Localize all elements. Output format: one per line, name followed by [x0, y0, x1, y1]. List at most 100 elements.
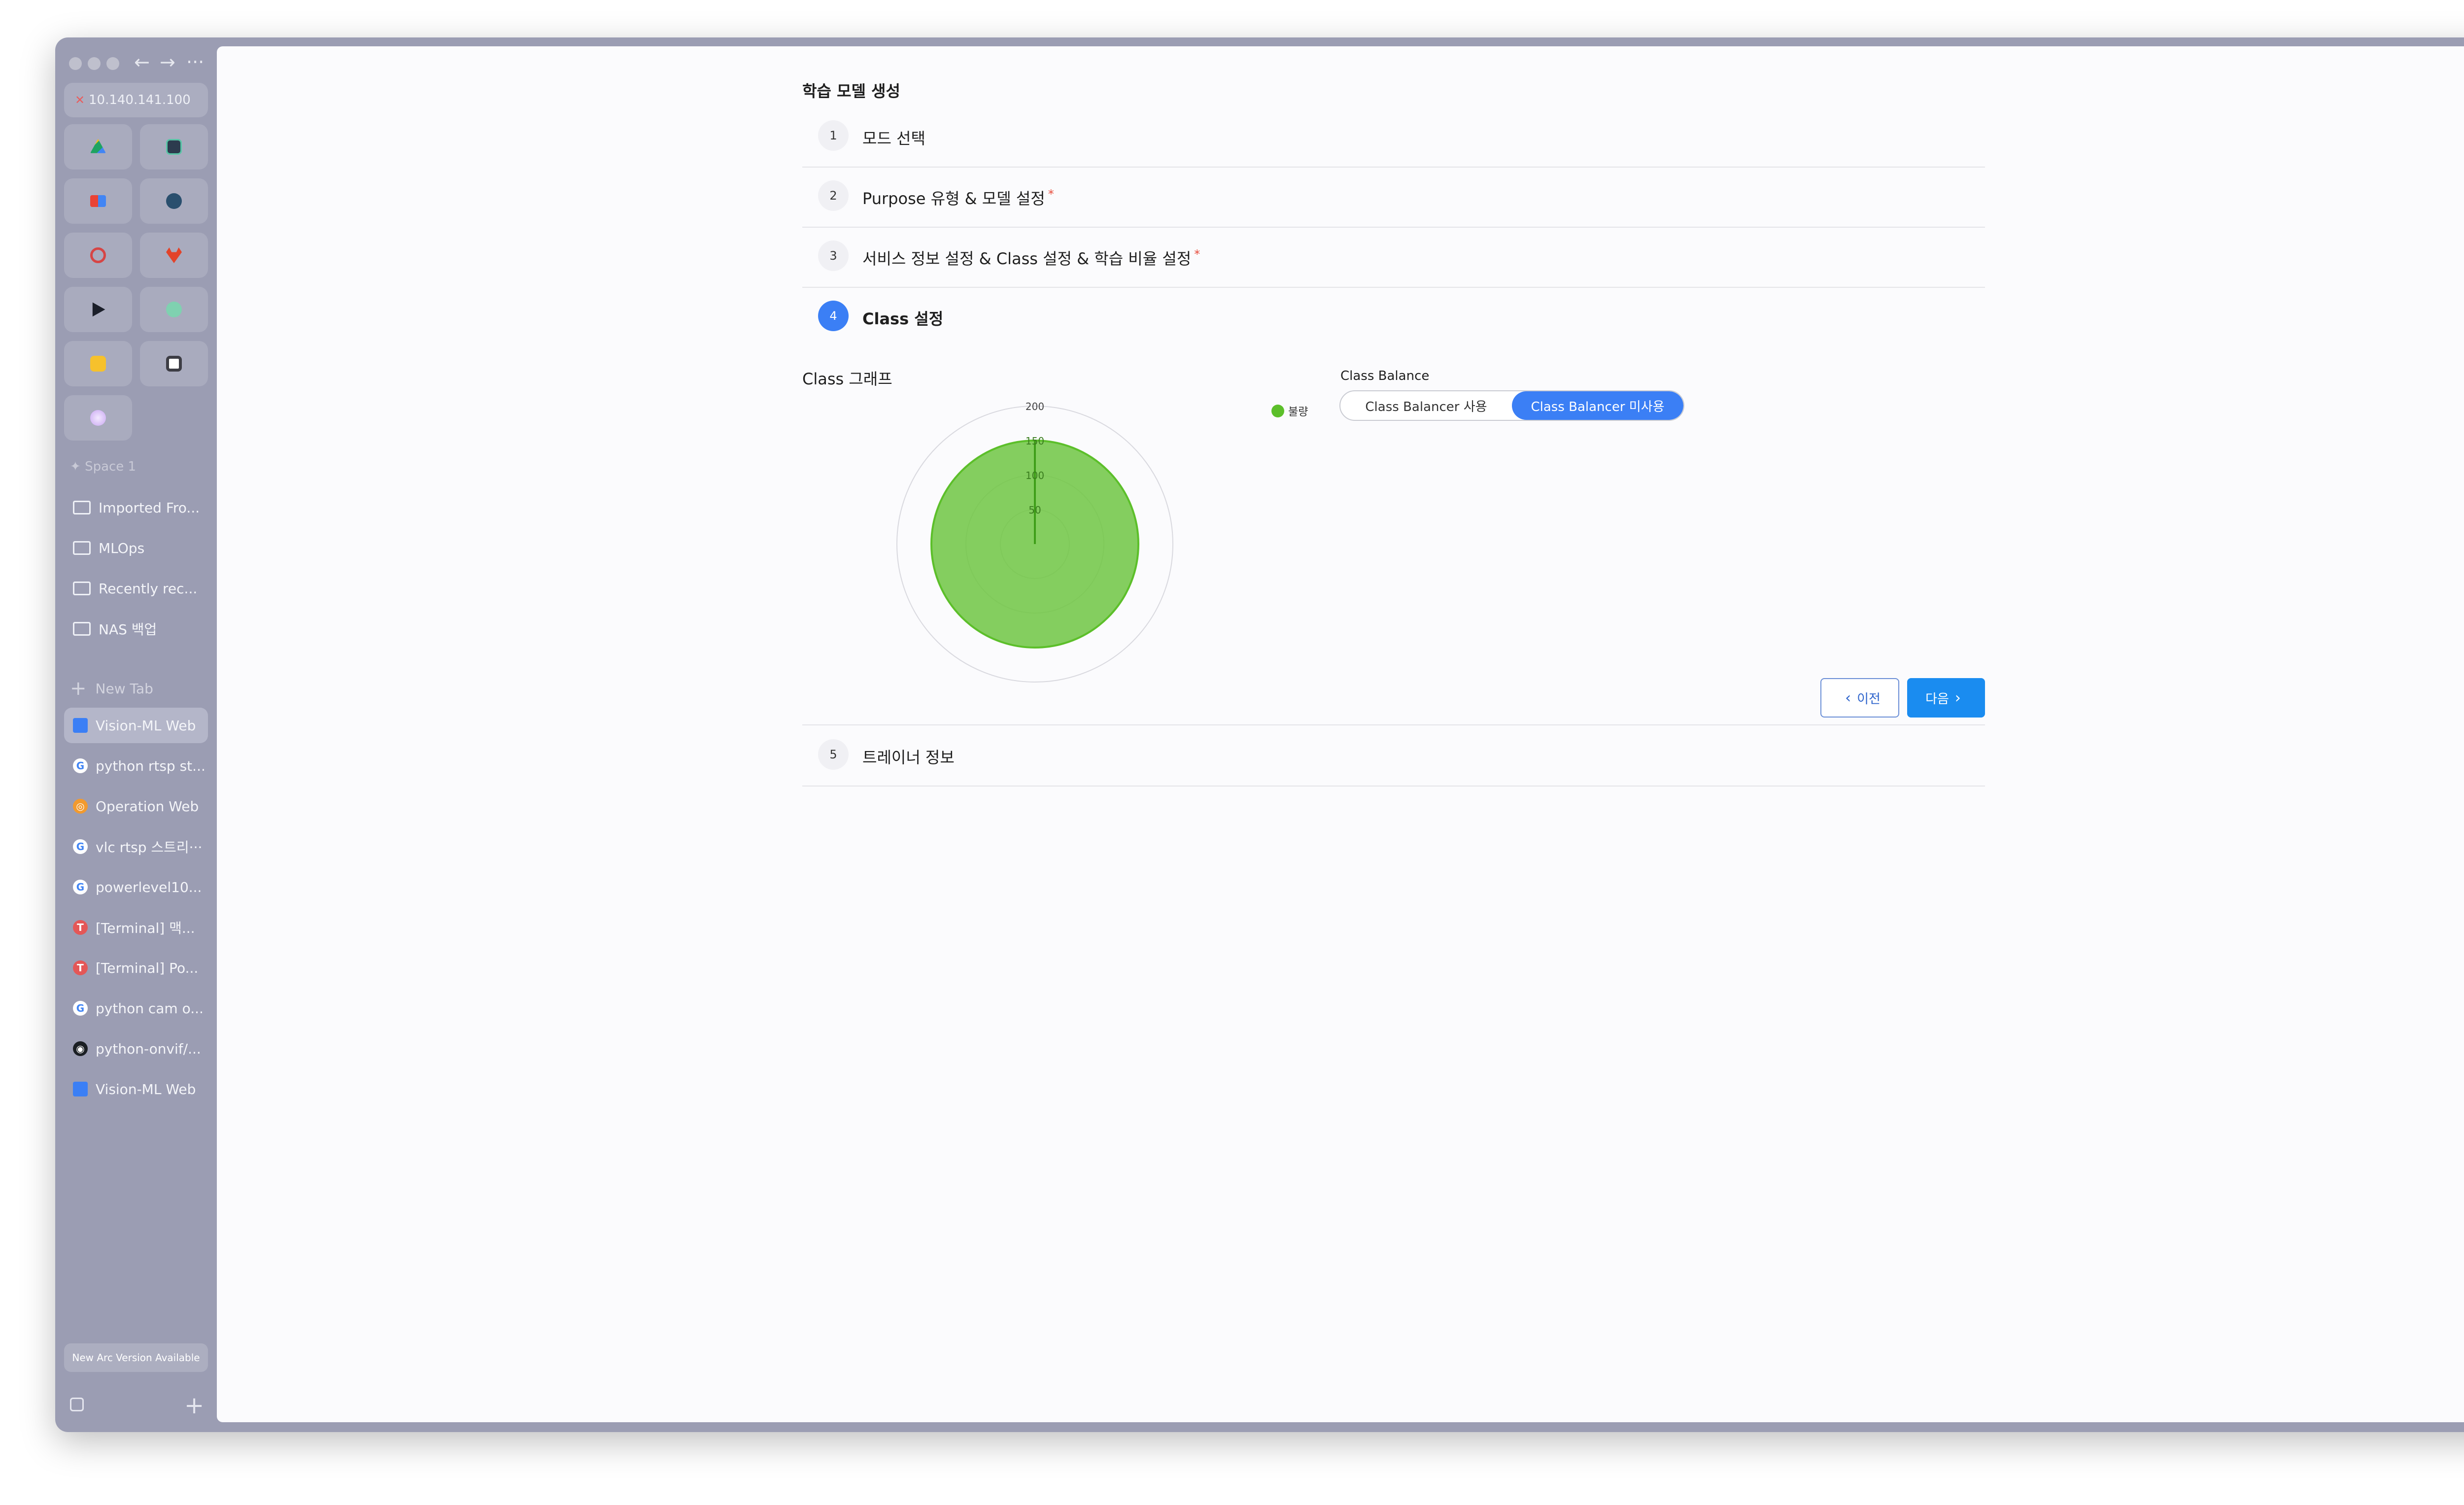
- tab-terminal-mac[interactable]: T [Terminal] 맥...: [64, 910, 208, 945]
- browser-window: ← → ··· ✕ 10.140.141.100 ✦ Space 1 Impor…: [55, 37, 2464, 1432]
- pinned-app-8[interactable]: [140, 287, 208, 332]
- play-icon: [92, 302, 105, 317]
- pinned-app-5[interactable]: [64, 233, 132, 278]
- gmail-icon: [90, 195, 106, 207]
- vision-ml-icon: [73, 718, 88, 733]
- new-tab-button[interactable]: + New Tab: [70, 677, 153, 700]
- tab-python-rtsp[interactable]: G python rtsp st...: [64, 748, 208, 784]
- folder-nas[interactable]: NAS 백업: [64, 611, 208, 647]
- update-notice-button[interactable]: New Arc Version Available: [64, 1343, 208, 1372]
- radar-tick-label: 50: [1028, 504, 1041, 516]
- pinned-gmail[interactable]: [64, 178, 132, 224]
- balancer-unused-option[interactable]: Class Balancer 미사용: [1512, 391, 1683, 420]
- space-label[interactable]: ✦ Space 1: [70, 459, 136, 474]
- add-icon[interactable]: +: [184, 1392, 204, 1419]
- pinned-google-drive[interactable]: [64, 124, 132, 170]
- folder-icon: [73, 581, 91, 595]
- radar-tick-label: 100: [1026, 470, 1044, 481]
- url-bar[interactable]: ✕ 10.140.141.100: [64, 83, 208, 117]
- zoom-window-dot[interactable]: [106, 57, 119, 70]
- tab-python-cam[interactable]: G python cam o...: [64, 991, 208, 1026]
- class-balancer-toggle: Class Balancer 사용 Class Balancer 미사용: [1339, 390, 1684, 421]
- forward-arrow-icon[interactable]: →: [160, 51, 175, 73]
- tab-python-onvif[interactable]: ◉ python-onvif/...: [64, 1031, 208, 1066]
- more-icon[interactable]: ···: [186, 51, 204, 73]
- main-content: ✕ 학습 모델 생성 1 모드 선택 2 Purpose 유형 & 모델 설정*…: [217, 46, 2464, 1422]
- step-number: 1: [818, 120, 849, 151]
- page-title: 학습 모델 생성: [802, 82, 900, 101]
- sidebar: ← → ··· ✕ 10.140.141.100 ✦ Space 1 Impor…: [55, 37, 217, 1432]
- tab-vision-ml-web[interactable]: Vision-ML Web: [64, 708, 208, 743]
- chevron-right-icon: ›: [1954, 689, 1961, 707]
- space-icon: ✦: [70, 459, 85, 474]
- pinned-app-11[interactable]: [64, 395, 132, 441]
- folder-mlops[interactable]: MLOps: [64, 530, 208, 566]
- folder-imported[interactable]: Imported Fro...: [64, 490, 208, 525]
- legend-dot: [1271, 405, 1284, 417]
- folder-icon: [73, 541, 91, 555]
- class-graph-title: Class 그래프: [802, 370, 892, 388]
- yellow-square-icon: [90, 356, 106, 372]
- vision-ml-icon: [73, 1082, 88, 1096]
- google-drive-icon: [90, 139, 106, 153]
- balancer-use-option[interactable]: Class Balancer 사용: [1340, 391, 1512, 420]
- pinned-app-2[interactable]: [140, 124, 208, 170]
- folder-icon: [73, 622, 91, 636]
- pinned-app-10[interactable]: [140, 341, 208, 386]
- record-icon: [166, 356, 182, 372]
- green-dot-icon: [166, 302, 182, 317]
- purple-orb-icon: [90, 410, 106, 426]
- pinned-gitlab[interactable]: [140, 233, 208, 278]
- tab-vision-ml-web-2[interactable]: Vision-ML Web: [64, 1071, 208, 1107]
- radar-tick-label: 150: [1026, 435, 1044, 447]
- step-5[interactable]: 5 트레이너 정보: [802, 724, 1985, 787]
- folder-icon: [73, 501, 91, 514]
- terminal-icon: T: [73, 920, 88, 935]
- step-number: 2: [818, 180, 849, 211]
- circle-app-icon: [166, 193, 182, 209]
- github-icon: ◉: [73, 1041, 88, 1056]
- step-label: 트레이너 정보: [862, 748, 955, 767]
- google-icon: G: [73, 1001, 88, 1016]
- ring-icon: [90, 247, 106, 263]
- url-text: 10.140.141.100: [89, 93, 191, 107]
- pinned-app-7[interactable]: [64, 287, 132, 332]
- radar-tick-label: 200: [1026, 401, 1044, 412]
- class-balance-title: Class Balance: [1340, 369, 1430, 383]
- prev-button[interactable]: ‹ 이전: [1820, 678, 1899, 718]
- tab-terminal-po[interactable]: T [Terminal] Po...: [64, 950, 208, 986]
- folder-recently[interactable]: Recently rec...: [64, 571, 208, 606]
- chevron-left-icon: ‹: [1845, 689, 1851, 707]
- radar-chart: 50 100 150 200: [896, 401, 1173, 683]
- app-square-icon: [166, 139, 182, 155]
- step-label: 모드 선택: [862, 129, 925, 148]
- terminal-icon: T: [73, 960, 88, 975]
- pinned-app-4[interactable]: [140, 178, 208, 224]
- close-window-dot[interactable]: [69, 57, 82, 70]
- back-arrow-icon[interactable]: ←: [134, 51, 150, 73]
- tab-powerlevel[interactable]: G powerlevel10...: [64, 869, 208, 905]
- pinned-app-9[interactable]: [64, 341, 132, 386]
- tab-operation-web[interactable]: ◎ Operation Web: [64, 788, 208, 824]
- step-number: 3: [818, 240, 849, 271]
- legend-label: 불량: [1288, 406, 1308, 418]
- step-number: 5: [818, 739, 849, 770]
- next-button[interactable]: 다음 ›: [1907, 678, 1985, 718]
- gitlab-icon: [166, 247, 182, 263]
- plus-icon: +: [70, 677, 87, 700]
- step-3[interactable]: 3 서비스 정보 설정 & Class 설정 & 학습 비율 설정 *: [802, 227, 1985, 288]
- insecure-lock-icon: ✕: [75, 93, 85, 107]
- chart-legend[interactable]: 불량: [1271, 403, 1308, 419]
- step-label: 서비스 정보 설정 & Class 설정 & 학습 비율 설정 *: [862, 247, 1200, 268]
- google-icon: G: [73, 839, 88, 854]
- step-number: 4: [818, 301, 849, 331]
- step-2[interactable]: 2 Purpose 유형 & 모델 설정 *: [802, 167, 1985, 228]
- minimize-window-dot[interactable]: [88, 57, 101, 70]
- step-label: Class 설정: [862, 309, 944, 328]
- tab-vlc-rtsp[interactable]: G vlc rtsp 스트리···: [64, 829, 208, 864]
- google-icon: G: [73, 880, 88, 894]
- operation-web-icon: ◎: [73, 799, 88, 814]
- step-1[interactable]: 1 모드 선택: [802, 106, 1985, 168]
- step-label: Purpose 유형 & 모델 설정 *: [862, 187, 1054, 208]
- library-icon[interactable]: [70, 1398, 84, 1411]
